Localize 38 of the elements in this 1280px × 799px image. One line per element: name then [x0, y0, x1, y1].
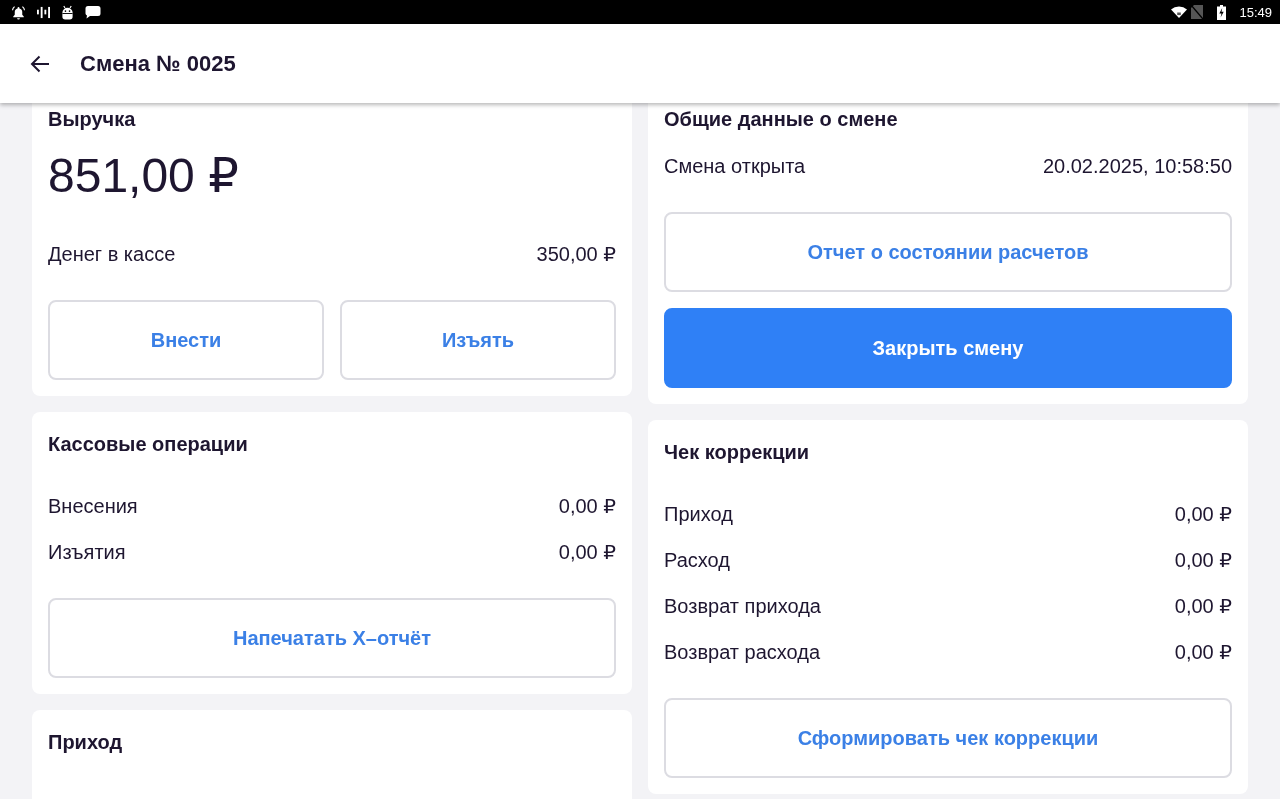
row-label: Возврат расхода — [664, 640, 821, 664]
bell-icon — [11, 4, 26, 20]
row-value: 0,00 ₽ — [1174, 594, 1232, 618]
bars-icon — [37, 5, 50, 19]
row-value: 350,00 ₽ — [536, 242, 616, 266]
card-title: Кассовые операции — [48, 432, 249, 456]
card-title: Приход — [48, 730, 124, 754]
card-title: Чек коррекции — [664, 440, 811, 464]
wifi-icon — [1171, 6, 1188, 18]
row-label: Возврат прихода — [664, 594, 821, 618]
action-button[interactable]: Закрыть смену — [664, 308, 1232, 388]
row-value: 0,00 ₽ — [1174, 640, 1232, 664]
screen-title: Смена № 0025 — [80, 50, 236, 77]
row-label: Приход — [664, 502, 733, 526]
row-value: 0,00 ₽ — [558, 540, 616, 564]
chat-bubble-icon — [85, 5, 101, 19]
row-value: 0,00 ₽ — [1174, 502, 1232, 526]
row-label: Расход — [664, 548, 730, 572]
action-button[interactable]: Внести — [48, 300, 324, 380]
row-value: 20.02.2025, 10:58:50 — [1042, 154, 1232, 178]
row-value: 0,00 ₽ — [558, 494, 616, 518]
row-label: Внесения — [48, 494, 138, 518]
back-arrow-icon[interactable] — [30, 54, 50, 73]
card-title: Общие данные о смене — [664, 107, 899, 131]
amount-text: 851,00 ₽ — [48, 148, 240, 204]
action-button[interactable]: Изъять — [340, 300, 616, 380]
row-label: Денег в кассе — [48, 242, 176, 266]
row-label: Изъятия — [48, 540, 126, 564]
clock-time: 15:49 — [1239, 4, 1272, 20]
action-button[interactable]: Напечатать X–отчёт — [48, 598, 616, 678]
action-button[interactable]: Отчет о состоянии расчетов — [664, 212, 1232, 292]
robot-head-icon — [61, 4, 74, 20]
row-label: Смена открыта — [664, 154, 806, 178]
battery-charging-icon — [1217, 4, 1227, 20]
row-value: 0,00 ₽ — [1174, 548, 1232, 572]
card-title: Выручка — [48, 107, 137, 131]
sim-slash-icon — [1191, 5, 1204, 19]
action-button[interactable]: Сформировать чек коррекции — [664, 698, 1232, 778]
